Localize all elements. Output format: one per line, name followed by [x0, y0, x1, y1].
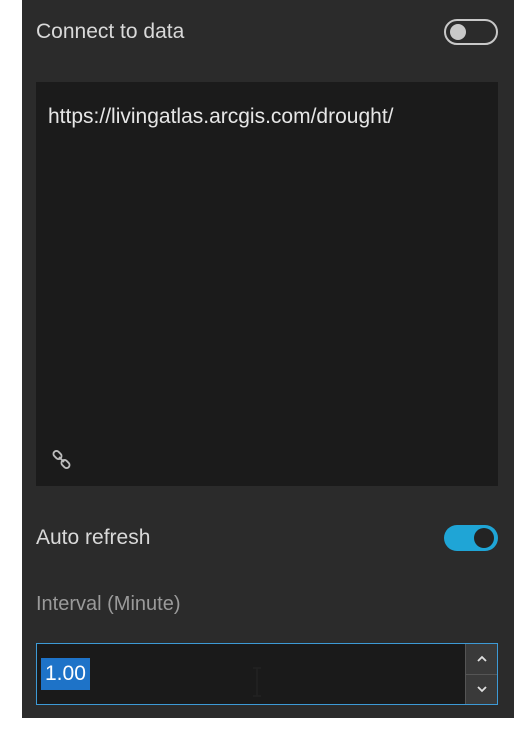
- auto-refresh-label: Auto refresh: [36, 526, 151, 549]
- settings-panel: Connect to data https://livingatlas.arcg…: [22, 0, 514, 718]
- toggle-knob: [474, 528, 494, 548]
- text-cursor-icon: [253, 667, 261, 697]
- auto-refresh-toggle[interactable]: [444, 525, 498, 551]
- connect-label: Connect to data: [36, 20, 185, 43]
- chevron-down-icon: [476, 686, 487, 693]
- connect-toggle[interactable]: [444, 19, 498, 45]
- increment-button[interactable]: [465, 644, 497, 674]
- interval-value[interactable]: 1.00: [41, 658, 90, 690]
- auto-refresh-row: Auto refresh: [22, 518, 514, 558]
- interval-label: Interval (Minute): [36, 593, 181, 615]
- chevron-up-icon: [476, 655, 487, 662]
- link-icon: [52, 450, 71, 469]
- toggle-knob: [450, 24, 466, 40]
- url-textarea[interactable]: https://livingatlas.arcgis.com/drought/: [36, 82, 498, 486]
- interval-input[interactable]: 1.00: [36, 643, 498, 705]
- url-text: https://livingatlas.arcgis.com/drought/: [48, 105, 394, 128]
- connect-row: Connect to data: [22, 12, 514, 52]
- interval-stepper[interactable]: [465, 644, 497, 704]
- decrement-button[interactable]: [465, 673, 497, 704]
